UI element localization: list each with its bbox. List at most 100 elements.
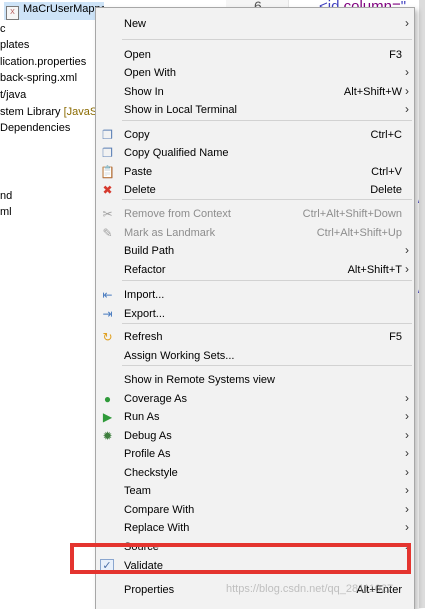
debug-icon: ✹ [102,429,113,443]
menu-item-shortcut: Ctrl+C [370,129,402,141]
menu-item-label: Compare With [124,504,195,516]
export-icon: ⇥ [102,307,113,321]
validate-highlight-box [70,543,411,574]
context-menu: New › Open F3 Open With › Show In Alt+Shift+W › S… [95,7,415,609]
menu-item-show-in-local-terminal[interactable]: Show in Local Terminal › [96,101,414,119]
chevron-right-icon: › [405,65,409,79]
menu-item-shortcut: Delete [370,184,402,196]
menu-item-label: Profile As [124,448,171,460]
menu-separator [122,280,412,281]
menu-item-open-with[interactable]: Open With › [96,64,414,82]
menu-item-build-path[interactable]: Build Path › [96,242,414,260]
package-explorer: X MaCrUserMapper.xml c plates lication.pr… [0,0,104,608]
menu-item-shortcut: F5 [389,331,402,343]
paste-icon: 📋 [100,165,115,179]
menu-item-mark-as-landmark: ✎ Mark as Landmark Ctrl+Alt+Shift+Up [96,224,414,242]
chevron-right-icon: › [405,520,409,534]
tree-item-selected-file[interactable]: X MaCrUserMapper.xml [4,2,104,20]
menu-item-label: Replace With [124,522,190,534]
menu-item-assign-working-sets[interactable]: Assign Working Sets... [96,347,414,365]
menu-item-label: Open [124,49,151,61]
menu-item-paste[interactable]: 📋 Paste Ctrl+V [96,163,414,181]
menu-item-label: Show In [124,86,164,98]
menu-item-label: New [124,18,147,30]
tree-item-label: MaCrUserMapper.xml [23,3,104,15]
tree-item[interactable]: ml [0,205,12,219]
menu-item-label: Export... [124,308,165,320]
menu-item-profile-as[interactable]: Profile As › [96,445,414,463]
chevron-right-icon: › [405,428,409,442]
menu-item-compare-with[interactable]: Compare With › [96,501,414,519]
menu-item-show-in[interactable]: Show In Alt+Shift+W › [96,83,414,101]
tree-item[interactable]: c [0,22,6,36]
chevron-right-icon: › [405,102,409,116]
chevron-right-icon: › [405,16,409,30]
menu-item-coverage-as[interactable]: ● Coverage As › [96,390,414,408]
menu-separator [122,365,412,366]
menu-item-shortcut: Ctrl+Alt+Shift+Up [316,227,402,239]
chevron-right-icon: › [405,465,409,479]
landmark-icon: ✎ [102,226,113,240]
menu-item-debug-as[interactable]: ✹ Debug As › [96,427,414,445]
menu-item-label: Paste [124,166,153,178]
menu-item-checkstyle[interactable]: Checkstyle › [96,464,414,482]
menu-item-shortcut: Ctrl+Alt+Shift+Down [302,208,402,220]
coverage-icon: ● [103,392,112,406]
tree-item[interactable]: back-spring.xml [0,71,77,85]
tree-item[interactable]: nd [0,189,12,203]
chevron-right-icon: › [405,483,409,497]
copy-icon: ❐ [102,128,113,142]
menu-item-label: Refresh [124,331,163,343]
menu-item-copy[interactable]: ❐ Copy Ctrl+C [96,126,414,144]
menu-item-remove-from-context: ✂ Remove from Context Ctrl+Alt+Shift+Down [96,205,414,223]
menu-item-label: Build Path [124,245,175,257]
menu-item-run-as[interactable]: ▶ Run As › [96,408,414,426]
menu-item-label: Run As [124,411,160,423]
menu-item-label: Open With [124,67,176,79]
menu-separator [122,120,412,121]
tree-item[interactable]: Dependencies [0,121,70,135]
menu-item-team[interactable]: Team › [96,482,414,500]
tree-item-jre[interactable]: stem Library [JavaSE [0,105,104,119]
menu-item-refactor[interactable]: Refactor Alt+Shift+T › [96,261,414,279]
import-icon: ⇤ [102,288,113,302]
menu-item-label: Team [124,485,151,497]
menu-item-label: Refactor [124,264,166,276]
menu-item-shortcut: F3 [389,49,402,61]
tree-item[interactable]: t/java [0,88,26,102]
menu-item-new[interactable]: New › [96,15,414,33]
tree-item[interactable]: plates [0,38,29,52]
menu-item-export[interactable]: ⇥ Export... [96,305,414,323]
run-icon: ▶ [102,410,113,424]
menu-item-show-in-remote-systems-view[interactable]: Show in Remote Systems view [96,371,414,389]
menu-item-label: Show in Remote Systems view [124,374,275,386]
menu-item-delete[interactable]: ✖ Delete Delete [96,181,414,199]
menu-item-import[interactable]: ⇤ Import... [96,286,414,304]
menu-item-label: Copy Qualified Name [124,147,229,159]
chevron-right-icon: › [405,84,409,98]
chevron-right-icon: › [405,446,409,460]
menu-separator [122,323,412,324]
remove-context-icon: ✂ [102,207,113,221]
tree-item[interactable]: lication.properties [0,55,86,69]
chevron-right-icon: › [405,391,409,405]
editor-scrollbar[interactable] [419,0,425,608]
chevron-right-icon: › [405,243,409,257]
menu-item-refresh[interactable]: ↻ Refresh F5 [96,328,414,346]
menu-item-open[interactable]: Open F3 [96,46,414,64]
menu-item-label: Coverage As [124,393,187,405]
menu-separator [122,199,412,200]
menu-item-copy-qualified-name[interactable]: ❐ Copy Qualified Name [96,144,414,162]
menu-item-label: Remove from Context [124,208,231,220]
menu-item-replace-with[interactable]: Replace With › [96,519,414,537]
menu-item-label: Debug As [124,430,172,442]
watermark-text: https://blog.csdn.net/qq_28111027 [226,583,394,595]
menu-item-shortcut: Alt+Shift+T [347,264,402,276]
menu-item-label: Import... [124,289,165,301]
chevron-right-icon: › [405,262,409,276]
menu-item-label: Delete [124,184,156,196]
menu-item-shortcut: Alt+Shift+W [343,86,402,98]
refresh-icon: ↻ [102,330,113,344]
chevron-right-icon: › [405,502,409,516]
chevron-right-icon: › [405,409,409,423]
